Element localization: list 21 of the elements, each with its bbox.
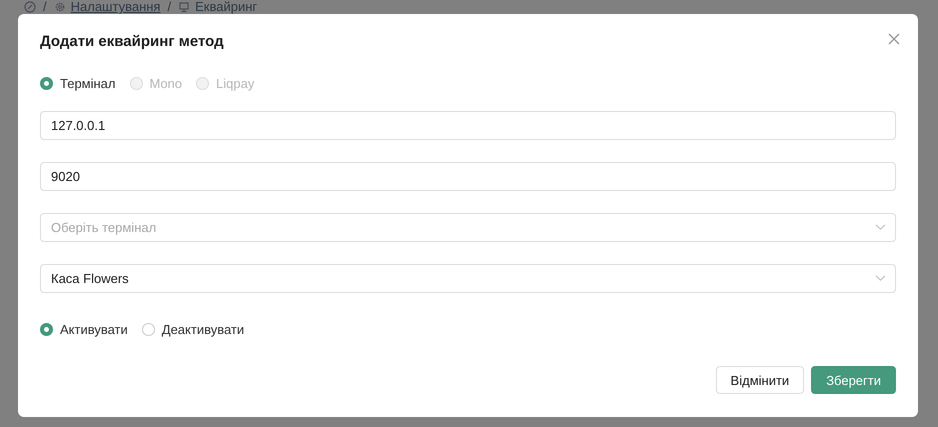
radio-label: Liqpay xyxy=(216,76,254,90)
cancel-button[interactable]: Відмінити xyxy=(716,366,804,394)
breadcrumb-separator: / xyxy=(167,0,172,14)
breadcrumb-separator: / xyxy=(43,0,47,14)
gear-icon xyxy=(54,1,66,13)
radio-label: Mono xyxy=(150,76,182,90)
dialog-title: Додати еквайринг метод xyxy=(40,34,224,50)
input-field[interactable]: 9020 xyxy=(40,162,896,191)
breadcrumb-current: Еквайринг xyxy=(195,0,258,14)
radio-label: Термінал xyxy=(60,76,116,90)
select-field[interactable]: Каса Flowers xyxy=(40,264,896,293)
chevron-down-icon xyxy=(875,275,886,282)
input-field[interactable]: 127.0.0.1 xyxy=(40,111,896,140)
radio-label: Активувати xyxy=(60,322,128,336)
radio-button[interactable] xyxy=(40,322,53,336)
chevron-down-icon xyxy=(875,224,886,231)
close-button[interactable] xyxy=(888,33,900,45)
radio-label: Деактивувати xyxy=(162,322,244,336)
radio-button[interactable] xyxy=(40,76,53,90)
radio-button[interactable] xyxy=(142,322,155,336)
monitor-icon xyxy=(178,1,190,13)
